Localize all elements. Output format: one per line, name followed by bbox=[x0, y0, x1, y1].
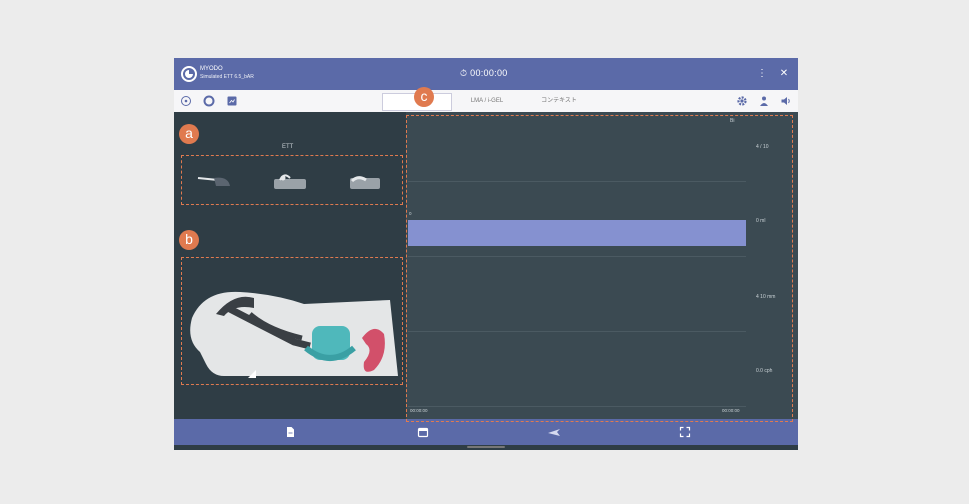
app-name: MYODO bbox=[200, 66, 223, 72]
airplane-icon[interactable] bbox=[547, 426, 561, 438]
calendar-icon[interactable] bbox=[417, 426, 429, 438]
volume-icon[interactable] bbox=[780, 95, 792, 107]
fullscreen-icon[interactable] bbox=[679, 426, 691, 438]
person-icon[interactable] bbox=[758, 95, 770, 107]
home-indicator bbox=[467, 446, 505, 448]
app-subtitle: Simulated ETT 6.5_bAR bbox=[200, 74, 254, 80]
callout-a-badge: a bbox=[179, 124, 199, 144]
bottom-nav bbox=[174, 419, 798, 445]
ett-label: ETT bbox=[282, 144, 294, 150]
session-timer: ⏱ 00:00:00 bbox=[460, 68, 508, 79]
timer-icon: ⏱ bbox=[460, 68, 468, 78]
callout-a-box bbox=[181, 155, 403, 205]
document-icon[interactable] bbox=[284, 426, 296, 438]
circle-ring-icon[interactable] bbox=[203, 95, 215, 107]
tab-lma-igel[interactable]: LMA / i-GEL bbox=[458, 93, 516, 109]
toolbar: LMA / i-GEL コンテキスト bbox=[174, 90, 798, 112]
timer-value: 00:00:00 bbox=[470, 68, 508, 78]
circle-icon[interactable] bbox=[180, 95, 192, 107]
tab-context[interactable]: コンテキスト bbox=[524, 93, 594, 109]
more-vert-icon[interactable]: ⋮ bbox=[754, 66, 770, 82]
callout-b-badge: b bbox=[179, 230, 199, 250]
callout-c-box bbox=[406, 115, 793, 422]
close-icon[interactable]: ✕ bbox=[776, 66, 792, 82]
monitor-icon[interactable] bbox=[226, 95, 238, 107]
app-logo-icon bbox=[181, 66, 197, 82]
title-bar: MYODO Simulated ETT 6.5_bAR ⏱ 00:00:00 ⋮… bbox=[174, 58, 798, 90]
gear-icon[interactable] bbox=[736, 95, 748, 107]
callout-b-box bbox=[181, 257, 403, 385]
callout-c-badge: c bbox=[414, 87, 434, 107]
